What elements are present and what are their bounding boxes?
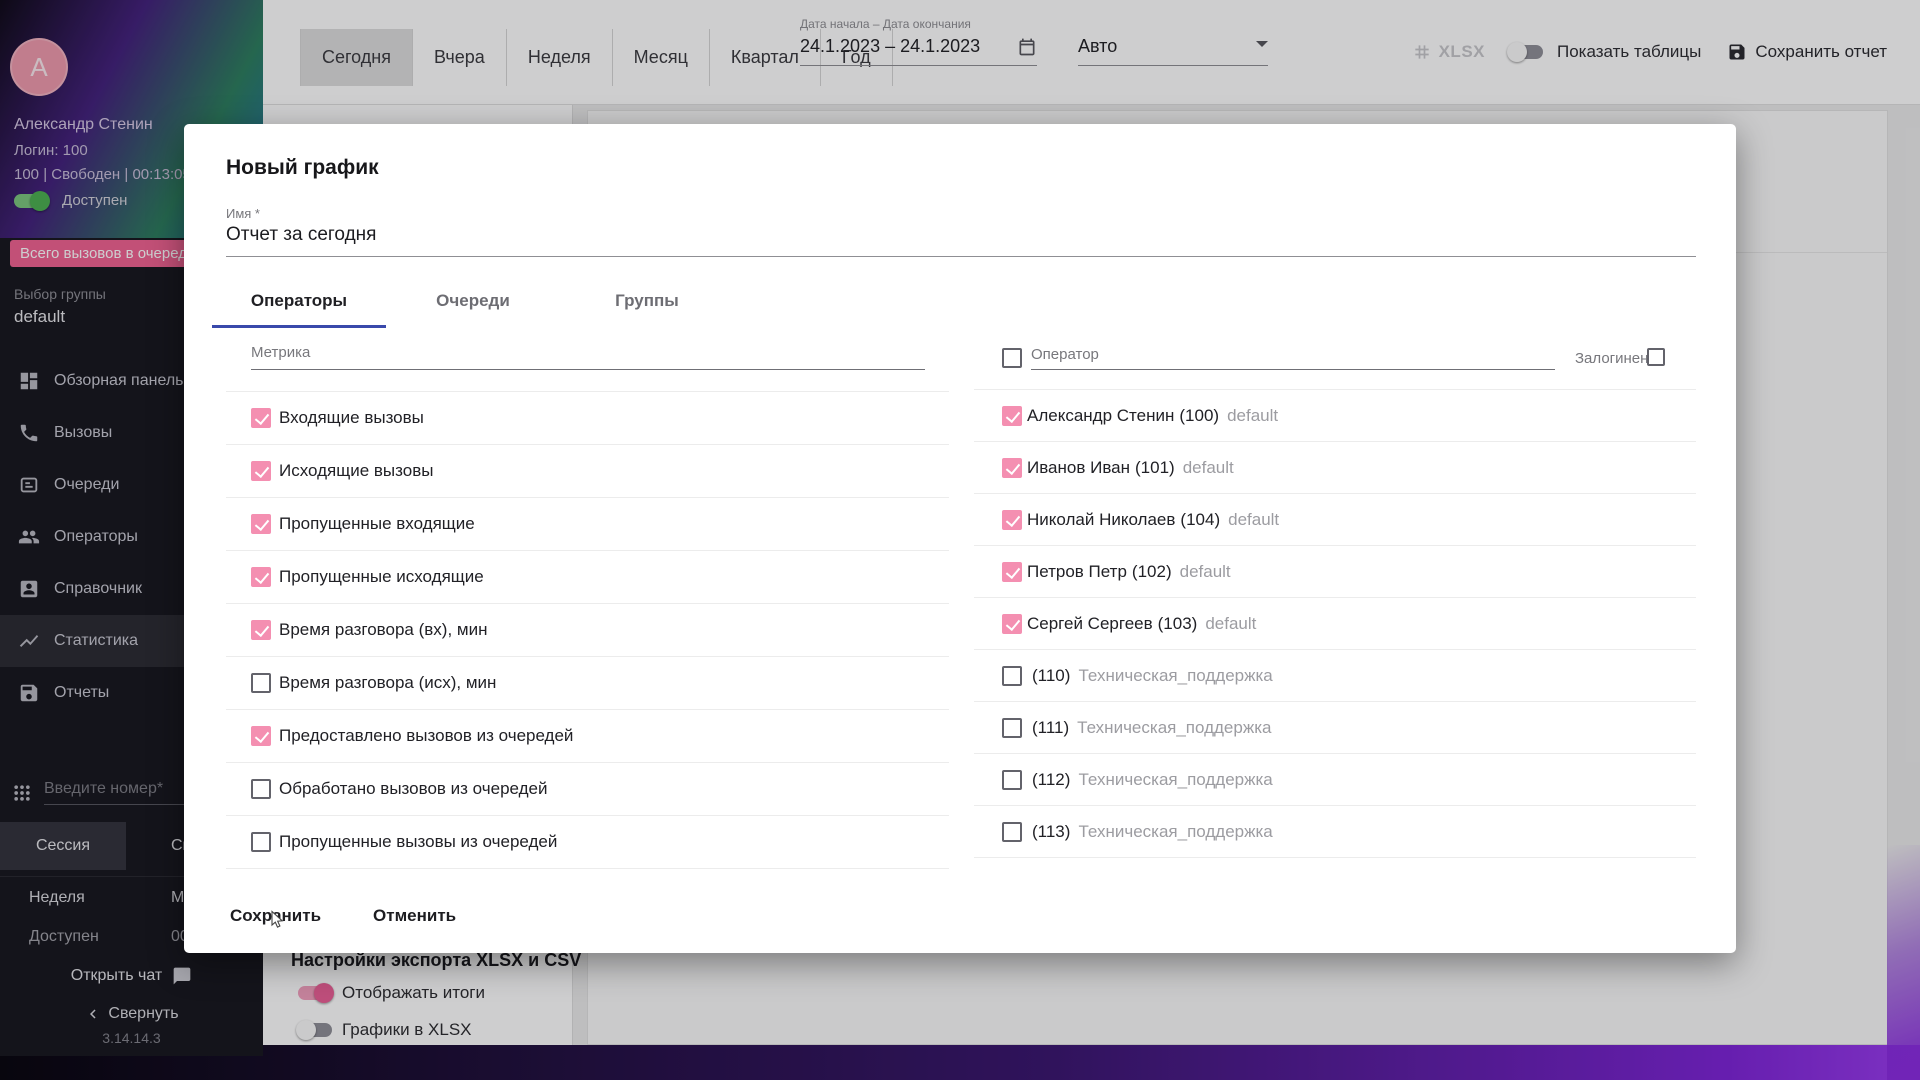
operator-row[interactable]: (111)Техническая_поддержка xyxy=(974,702,1696,754)
operator-row[interactable]: (110)Техническая_поддержка xyxy=(974,650,1696,702)
metric-checkbox[interactable] xyxy=(251,620,271,640)
metric-checkbox[interactable] xyxy=(251,779,271,799)
logged-in-checkbox[interactable] xyxy=(1647,348,1665,366)
metric-checkbox[interactable] xyxy=(251,408,271,428)
operator-row[interactable]: Александр Стенин(100)default xyxy=(974,390,1696,442)
metric-row[interactable]: Входящие вызовы xyxy=(226,392,949,445)
operator-checkbox[interactable] xyxy=(1002,718,1022,738)
operator-list-header: Залогинен xyxy=(974,336,1696,380)
operator-row[interactable]: Николай Николаев(104)default xyxy=(974,494,1696,546)
tab-groups[interactable]: Группы xyxy=(560,274,734,328)
logged-in-label: Залогинен xyxy=(1575,350,1648,367)
operator-row[interactable]: (113)Техническая_поддержка xyxy=(974,806,1696,858)
metric-checkbox[interactable] xyxy=(251,673,271,693)
operator-row[interactable]: (112)Техническая_поддержка xyxy=(974,754,1696,806)
metric-row[interactable]: Пропущенные вызовы из очередей xyxy=(226,816,949,869)
metric-checkbox[interactable] xyxy=(251,514,271,534)
operator-row[interactable]: Сергей Сергеев(103)default xyxy=(974,598,1696,650)
metric-search-input[interactable] xyxy=(251,344,925,370)
metric-row[interactable]: Обработано вызовов из очередей xyxy=(226,763,949,816)
tab-operators[interactable]: Операторы xyxy=(212,274,386,328)
metric-row[interactable]: Время разговора (вх), мин xyxy=(226,604,949,657)
operator-checkbox[interactable] xyxy=(1002,562,1022,582)
name-input[interactable] xyxy=(226,224,1696,257)
metric-checkbox[interactable] xyxy=(251,726,271,746)
dialog-title: Новый график xyxy=(226,156,379,180)
mouse-cursor xyxy=(268,910,288,930)
dialog-tabs: Операторы Очереди Группы xyxy=(212,274,734,328)
metric-checkbox[interactable] xyxy=(251,461,271,481)
metric-row[interactable]: Время разговора (исх), мин xyxy=(226,657,949,710)
app-root: A Александр Стенин Логин: 100 100 | Своб… xyxy=(0,0,1920,1080)
new-chart-dialog: Новый график Имя * Операторы Очереди Гру… xyxy=(184,124,1736,953)
operator-checkbox[interactable] xyxy=(1002,458,1022,478)
metric-checkbox[interactable] xyxy=(251,832,271,852)
name-field-label: Имя * xyxy=(226,206,260,221)
operator-checkbox[interactable] xyxy=(1002,822,1022,842)
cancel-button[interactable]: Отменить xyxy=(357,896,472,936)
operator-checkbox[interactable] xyxy=(1002,666,1022,686)
operator-search-input[interactable] xyxy=(1031,346,1555,370)
operator-checkbox[interactable] xyxy=(1002,614,1022,634)
metric-row[interactable]: Предоставлено вызовов из очередей xyxy=(226,710,949,763)
metric-row[interactable]: Пропущенные входящие xyxy=(226,498,949,551)
metric-checkbox[interactable] xyxy=(251,567,271,587)
operator-checkbox[interactable] xyxy=(1002,406,1022,426)
operator-row[interactable]: Иванов Иван(101)default xyxy=(974,442,1696,494)
operator-list: Александр Стенин(100)default Иванов Иван… xyxy=(974,389,1696,858)
operator-row[interactable]: Петров Петр(102)default xyxy=(974,546,1696,598)
tab-queues[interactable]: Очереди xyxy=(386,274,560,328)
metric-row[interactable]: Исходящие вызовы xyxy=(226,445,949,498)
metric-list: Входящие вызовы Исходящие вызовы Пропуще… xyxy=(226,391,949,869)
operator-select-all-checkbox[interactable] xyxy=(1002,348,1022,368)
operator-checkbox[interactable] xyxy=(1002,770,1022,790)
metric-row[interactable]: Пропущенные исходящие xyxy=(226,551,949,604)
operator-checkbox[interactable] xyxy=(1002,510,1022,530)
